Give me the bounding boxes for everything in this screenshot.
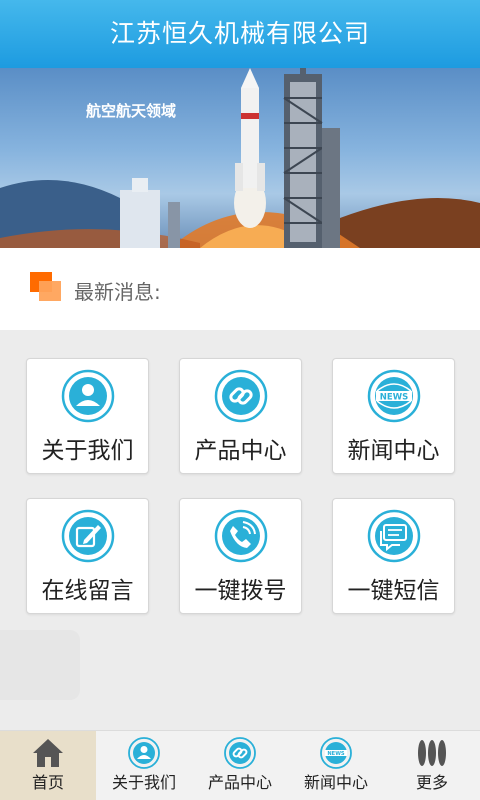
home-icon — [33, 739, 63, 767]
person-icon — [128, 737, 160, 769]
tile-label: 关于我们 — [41, 438, 134, 464]
latest-news-bar[interactable]: 最新消息: — [0, 248, 480, 330]
tile-label: 产品中心 — [194, 438, 287, 464]
link-icon — [224, 737, 256, 769]
latest-news-label: 最新消息: — [74, 280, 161, 304]
tab-label: 关于我们 — [111, 773, 176, 792]
tile-label: 一键短信 — [347, 578, 440, 604]
tile-label: 一键拨号 — [194, 578, 287, 604]
tab-label: 产品中心 — [207, 773, 272, 792]
tab-label: 新闻中心 — [303, 773, 368, 792]
hero-banner[interactable]: 航空航天领域 — [0, 68, 480, 248]
tab-label: 首页 — [31, 773, 64, 792]
news-globe-icon: NEWS — [320, 737, 352, 769]
tile-about-us[interactable]: 关于我们 — [26, 358, 149, 474]
tile-one-click-call[interactable]: 一键拨号 — [179, 498, 302, 614]
tab-news[interactable]: NEWS 新闻中心 — [288, 731, 384, 800]
tile-products[interactable]: 产品中心 — [179, 358, 302, 474]
tab-about-us[interactable]: 关于我们 — [96, 731, 192, 800]
news-globe-icon: NEWS — [367, 369, 421, 423]
tile-news[interactable]: NEWS 新闻中心 — [332, 358, 455, 474]
news-icon-text: NEWS — [327, 751, 345, 757]
app-title: 江苏恒久机械有限公司 — [0, 0, 480, 68]
phone-icon — [214, 509, 268, 563]
link-icon — [214, 369, 268, 423]
rocket-launch-image — [0, 68, 480, 248]
news-icon-text: NEWS — [380, 393, 408, 403]
banner-caption: 航空航天领域 — [86, 102, 177, 120]
tile-label: 新闻中心 — [347, 438, 440, 464]
news-square-icon — [30, 272, 62, 302]
floating-overlay — [0, 630, 80, 700]
tab-label: 更多 — [415, 773, 448, 792]
person-icon — [61, 369, 115, 423]
edit-icon — [61, 509, 115, 563]
tab-products[interactable]: 产品中心 — [192, 731, 288, 800]
tile-label: 在线留言 — [41, 578, 134, 604]
tile-one-click-sms[interactable]: 一键短信 — [332, 498, 455, 614]
more-icon — [418, 740, 446, 766]
message-icon — [367, 509, 421, 563]
tab-home[interactable]: 首页 — [0, 731, 96, 800]
bottom-tab-bar: 首页 关于我们 产品中心 NEWS 新闻中心 更多 — [0, 730, 480, 800]
tile-message-board[interactable]: 在线留言 — [26, 498, 149, 614]
tab-more[interactable]: 更多 — [384, 731, 480, 800]
